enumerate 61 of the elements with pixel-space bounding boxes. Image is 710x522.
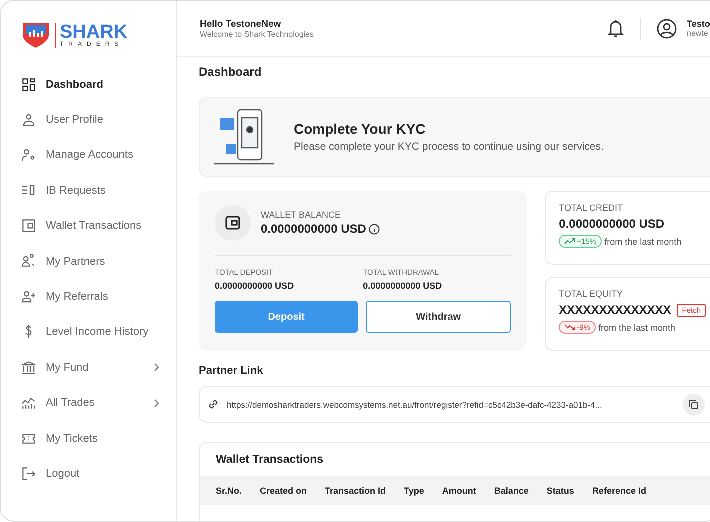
column-header: Transaction Id [325,486,386,496]
user-email: newte [687,29,710,38]
copy-icon [689,400,699,410]
partner-link-url[interactable]: https://demosharktraders.webcomsystems.net.au/front/register?refid=c5c42b3e-dafc-4233-a01b-4... [227,400,675,410]
kyc-message: Please complete your KYC process to continue using our services. [294,141,604,153]
column-header: Sr.No. [216,486,242,496]
column-header: Status [546,486,574,496]
transactions-title: Wallet Transactions [215,453,325,468]
notification-bell-icon[interactable] [608,19,624,38]
change-note: from the last month [604,236,682,246]
info-icon[interactable] [369,224,380,234]
stat-label: TOTAL EQUITY [559,289,624,299]
wallet-icon [215,205,251,241]
wallet-balance-label: WALLET BALANCE [261,210,342,220]
wallet-balance-value: 0.0000000000 USD [261,222,366,236]
bank-icon [21,360,37,376]
sidebar-item[interactable]: My Tickets [21,420,176,456]
person-icon [21,112,37,128]
user-name: Testo [687,19,710,29]
total-withdrawal-value: 0.0000000000 USD [363,281,444,291]
copy-button[interactable] [683,394,705,416]
logout-icon [21,466,37,482]
user-avatar-icon[interactable] [657,18,677,38]
logo-name: SHARK [60,22,128,42]
wallet-icon [21,218,37,234]
sidebar-item[interactable]: My Referrals [21,279,176,315]
column-header: Type [404,486,424,496]
chevron-right-icon [154,363,160,372]
link-icon [208,399,219,410]
withdraw-button[interactable]: Withdraw [366,301,512,333]
stat-label: TOTAL CREDIT [559,203,624,213]
sidebar-item[interactable]: Wallet Transactions [21,208,176,244]
welcome-text: Welcome to Shark Technologies [200,30,315,38]
partner-link-title: Partner Link [199,365,264,377]
sidebar-item[interactable]: My Partners [21,244,176,280]
column-header: Balance [494,486,529,496]
sidebar-item[interactable]: Manage Accounts [21,138,176,174]
chart-icon [21,395,37,412]
column-header: Reference Id [592,486,646,496]
chevron-right-icon [154,398,160,408]
kyc-title: Complete Your KYC [294,121,427,137]
sidebar-item[interactable]: Logout [21,456,176,492]
stat-value: 0.0000000000 USD [559,217,665,231]
person-add-icon [21,289,37,306]
greeting-text: Hello TestoneNew [200,18,282,30]
total-deposit-value: 0.0000000000 USD [215,281,296,291]
change-note: from the last month [598,322,676,332]
sidebar-item[interactable]: All Trades [21,386,176,421]
sidebar-item[interactable]: My Fund [21,350,176,386]
sidebar-item[interactable]: IB Requests [21,173,176,209]
grid-icon [21,76,37,93]
column-header: Amount [442,486,476,496]
stat-value: XXXXXXXXXXXXXX [559,303,672,317]
column-header: Created on [260,486,308,496]
sidebar-item[interactable]: User Profile [21,102,176,138]
deposit-button[interactable]: Deposit [215,301,358,333]
page-title: Dashboard [199,65,263,79]
shield-logo-icon [21,21,51,49]
people-icon [21,254,37,270]
sidebar-item[interactable]: Dashboard [21,67,176,102]
sidebar-item[interactable]: Level Income History [21,314,176,350]
